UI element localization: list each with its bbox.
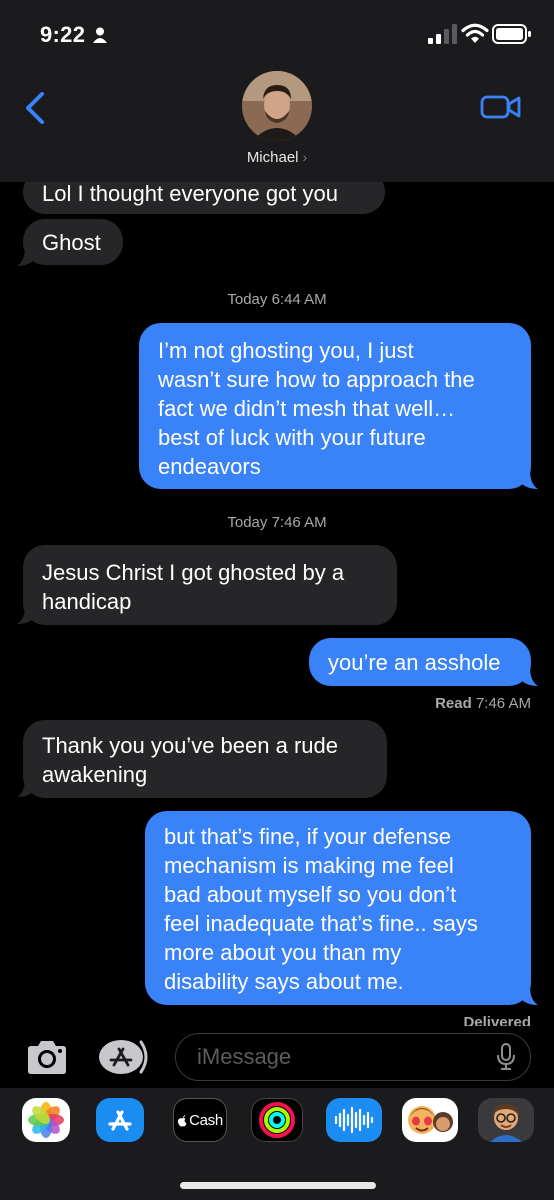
camera-button[interactable]: [24, 1037, 70, 1077]
message-input[interactable]: iMessage: [175, 1033, 531, 1081]
message-line: endeavors: [158, 454, 261, 479]
chevron-right-icon: ›: [302, 149, 308, 165]
message-bubble-outgoing[interactable]: I’m not ghosting you, I just wasn’t sure…: [139, 323, 531, 489]
bubble-tail: [520, 470, 538, 489]
message-line: handicap: [42, 589, 132, 614]
receipt-clip: Delivered: [400, 1012, 540, 1026]
home-indicator[interactable]: [180, 1182, 376, 1189]
wifi-icon: [461, 23, 489, 43]
receipt-time: 7:46 AM: [475, 695, 531, 712]
message-bubble-incoming[interactable]: Jesus Christ I got ghosted by a handicap: [23, 545, 397, 625]
contact-avatar[interactable]: [242, 71, 312, 141]
conversation-header: 9:22 Michael ›: [0, 0, 554, 182]
memoji-stickers-icon: [408, 1106, 453, 1134]
message-bubble-incoming[interactable]: Thank you you’ve been a rude awakening: [23, 720, 387, 798]
receipt-label: Read: [435, 695, 472, 712]
contact-name: Michael: [246, 149, 299, 166]
message-timestamp: Today 7:46 AM: [0, 514, 554, 531]
message-bubble-incoming[interactable]: Ghost: [23, 219, 123, 265]
message-line: Jesus Christ I got ghosted by a: [42, 560, 345, 585]
message-line: more about you than my: [164, 940, 402, 965]
cellular-signal-icon: [428, 24, 457, 44]
audio-waveform-icon: [334, 1106, 374, 1134]
photos-app-button[interactable]: [22, 1098, 70, 1142]
appstore-icon: [108, 1110, 132, 1131]
message-timestamp: Today 6:44 AM: [0, 291, 554, 308]
apple-cash-label: Cash: [189, 1111, 223, 1129]
message-bubble-outgoing[interactable]: you’re an asshole: [309, 638, 531, 686]
photos-icon: [28, 1102, 64, 1138]
message-text: Ghost: [42, 229, 101, 255]
timestamp-day: Today: [227, 514, 268, 531]
receipt-label: Delivered: [463, 1014, 531, 1026]
timestamp-day: Today: [227, 291, 268, 308]
activity-app-button[interactable]: [251, 1098, 303, 1142]
apple-cash-app-button[interactable]: Cash: [173, 1098, 227, 1142]
message-text: Lol I thought everyone got you: [42, 180, 338, 206]
message-bubble-outgoing[interactable]: but that’s fine, if your defense mechani…: [145, 811, 531, 1005]
message-line: mechanism is making me feel: [164, 853, 454, 878]
message-line: fact we didn’t mesh that well…: [158, 396, 456, 421]
activity-rings-icon: [259, 1102, 295, 1138]
bubble-tail: [520, 667, 538, 686]
message-line: Thank you you’ve been a rude: [42, 733, 338, 758]
microphone-icon[interactable]: [496, 1043, 516, 1071]
status-time: 9:22: [40, 22, 86, 47]
back-button[interactable]: [20, 90, 50, 126]
bubble-tail: [520, 986, 538, 1005]
apple-logo-icon: [178, 1114, 187, 1126]
message-line: but that’s fine, if your defense: [164, 824, 451, 849]
timestamp-time: 7:46 AM: [271, 514, 327, 531]
audio-message-app-button[interactable]: [326, 1098, 382, 1142]
appstore-app-button[interactable]: [96, 1098, 144, 1142]
timestamp-time: 6:44 AM: [271, 291, 327, 308]
contact-photo: [242, 71, 312, 141]
delivered-receipt: Delivered: [463, 1014, 531, 1026]
memoji-app-button[interactable]: [478, 1098, 534, 1142]
message-line: I’m not ghosting you, I just: [158, 338, 414, 363]
message-line: feel inadequate that’s fine.. says: [164, 911, 478, 936]
person-status-icon: [93, 27, 107, 43]
bubble-tail: [17, 247, 35, 266]
apps-button[interactable]: [97, 1039, 153, 1075]
message-line: bad about myself so you don’t: [164, 882, 457, 907]
message-input-placeholder: iMessage: [197, 1044, 292, 1069]
memoji-stickers-app-button[interactable]: [402, 1098, 458, 1142]
contact-name-button[interactable]: Michael ›: [0, 149, 554, 166]
bubble-tail: [17, 778, 35, 797]
bubble-tail: [17, 605, 35, 624]
battery-icon: [492, 24, 531, 44]
message-line: awakening: [42, 762, 148, 787]
read-receipt: Read 7:46 AM: [435, 695, 531, 712]
memoji-icon: [490, 1103, 522, 1142]
message-text: you’re an asshole: [328, 649, 501, 675]
message-line: best of luck with your future: [158, 425, 426, 450]
message-line: disability says about me.: [164, 969, 404, 994]
facetime-video-button[interactable]: [480, 92, 522, 122]
message-line: wasn’t sure how to approach the: [158, 367, 475, 392]
